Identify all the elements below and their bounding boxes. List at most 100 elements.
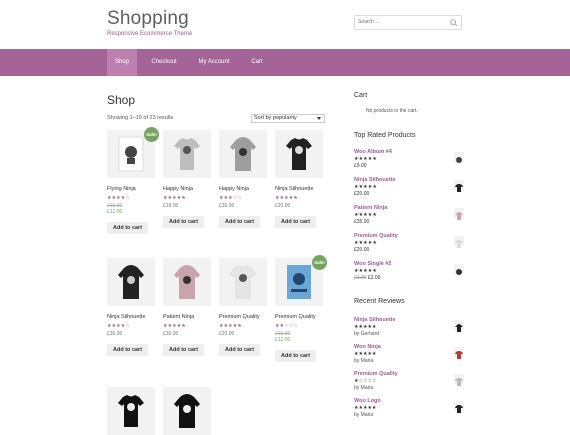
nav-item-cart[interactable]: Cart [244,49,270,76]
star-rating: ★★☆☆☆ [275,323,298,329]
product-card[interactable] [163,387,211,435]
product-card[interactable]: Sale! Premium Quality ★★☆☆☆ £15.00 £12.0… [275,255,327,362]
product-thumbnail[interactable] [454,264,464,275]
product-name[interactable]: Ninja Silhouette [107,314,155,320]
product-image[interactable] [219,130,267,178]
top-rated-item-title[interactable]: Patient Ninja [354,205,464,211]
product-name[interactable]: Happy Ninja [219,186,267,192]
product-thumbnail[interactable] [454,320,464,332]
product-name[interactable]: Premium Quality [275,314,323,320]
top-rated-item[interactable]: Woo Album #4 ★★★★★ £9.00 [354,149,464,177]
tshirt-icon [455,378,463,386]
product-image[interactable] [107,258,155,306]
product-image[interactable] [163,130,211,178]
price-value: £35.00 [163,331,179,337]
top-rated-item[interactable]: Woo Single #2 ★★★★★ £3.00 £2.00 [354,261,464,289]
product-price: £20.00 [219,331,267,337]
product-price: £35.00 [107,331,155,337]
product-card[interactable] [107,387,155,435]
page-title: Shop [107,93,136,107]
product-card[interactable]: Ninja Silhouette ★★★★★ £20.00 Add to car… [275,130,323,228]
tshirt-icon [455,351,463,359]
review-author: by Maria [354,358,374,364]
product-thumbnail[interactable] [454,401,464,413]
product-image[interactable] [219,258,267,306]
product-name[interactable]: Premium Quality [219,314,267,320]
add-to-cart-button[interactable]: Add to cart [163,216,205,228]
hoodie-icon [174,394,200,428]
star-rating: ★★★★★ [354,184,377,190]
cart-empty-message: No products in the cart. [366,108,418,114]
search-box[interactable] [354,15,462,30]
review-item[interactable]: Woo Logo ★★★★★ by Maria [354,398,464,424]
product-thumbnail[interactable] [454,180,464,192]
product-thumbnail[interactable] [454,347,464,359]
top-rated-item[interactable]: Premium Quality ★★★★★ £20.00 [354,233,464,261]
tshirt-icon [286,138,312,170]
product-card[interactable]: Happy Ninja ★★★★★ £18.00 Add to cart [163,130,211,228]
review-item[interactable]: Ninja Silhouette ★★★★★ by Gerhard [354,317,464,343]
product-card[interactable]: Premium Quality ★★★★★ £20.00 Add to cart [219,258,267,356]
review-product-title[interactable]: Woo Ninja [354,344,464,350]
add-to-cart-button[interactable]: Add to cart [275,350,317,362]
product-card[interactable]: Patient Ninja ★★★★★ £35.00 Add to cart [163,258,211,356]
add-to-cart-button[interactable]: Add to cart [219,344,261,356]
site-title[interactable]: Shopping [107,8,189,30]
product-name[interactable]: Happy Ninja [163,186,211,192]
product-price: £15.00 £12.00 [107,203,155,215]
product-image[interactable] [107,387,155,435]
product-thumbnail[interactable] [454,208,464,220]
product-image[interactable] [275,130,323,178]
product-image[interactable] [163,258,211,306]
product-image[interactable] [163,387,211,435]
star-rating: ★★★★☆ [107,195,130,201]
top-rated-item-title[interactable]: Woo Album #4 [354,149,464,155]
nav-item-shop[interactable]: Shop [107,49,137,76]
nav-item-checkout[interactable]: Checkout [143,49,185,76]
add-to-cart-button[interactable]: Add to cart [275,216,317,228]
product-thumbnail[interactable] [454,152,464,163]
star-rating: ★★★★☆ [107,323,130,329]
top-rated-item[interactable]: Ninja Silhouette ★★★★★ £20.00 [354,177,464,205]
product-card[interactable]: Ninja Silhouette ★★★★☆ £35.00 Add to car… [107,258,155,356]
top-rated-item-title[interactable]: Ninja Silhouette [354,177,464,183]
top-rated-item-title[interactable]: Premium Quality [354,233,464,239]
product-thumbnail[interactable] [454,236,464,248]
review-product-title[interactable]: Woo Logo [354,398,464,404]
product-name[interactable]: Flying Ninja [107,186,155,192]
price-value: £20.00 [219,331,235,337]
top-rated-item-title[interactable]: Woo Single #2 [354,261,464,267]
review-item[interactable]: Woo Ninja ★★★★★ by Maria [354,344,464,370]
product-card[interactable]: Sale! Flying Ninja ★★★★☆ £15.00 £12.00 A… [107,127,159,234]
review-product-title[interactable]: Ninja Silhouette [354,317,464,323]
product-price: £20.00 [275,203,323,209]
product-name[interactable]: Ninja Silhouette [275,186,323,192]
item-price: £35.00 [354,219,370,225]
add-to-cart-button[interactable]: Add to cart [219,216,261,228]
price-value: £20.00 [275,203,291,209]
tshirt-icon [174,138,200,170]
add-to-cart-button[interactable]: Add to cart [163,344,205,356]
price-value: £35.00 [107,331,123,337]
add-to-cart-button[interactable]: Add to cart [107,344,149,356]
product-image[interactable]: Sale! [107,127,159,178]
site-tagline: Responsive Ecommerce Theme [107,31,193,37]
review-product-title[interactable]: Premium Quality [354,371,464,377]
product-card[interactable]: Happy Ninja ★★★☆☆ £35.00 Add to cart [219,130,267,228]
sort-select[interactable]: Sort by popularity [251,114,325,123]
product-thumbnail[interactable] [454,374,464,386]
review-author: by Maria [354,412,374,418]
star-rating: ★★★★★ [354,240,377,246]
product-name[interactable]: Patient Ninja [163,314,211,320]
product-image[interactable]: Sale! [275,255,327,306]
tshirt-icon [455,405,463,413]
top-rated-item[interactable]: Patient Ninja ★★★★★ £35.00 [354,205,464,233]
chevron-down-icon [317,117,321,120]
nav-item-my-account[interactable]: My Account [190,49,238,76]
search-input[interactable] [358,19,448,25]
old-price: £3.00 [354,275,367,281]
main-nav: Shop Checkout My Account Cart [0,49,570,76]
add-to-cart-button[interactable]: Add to cart [107,222,149,234]
search-icon[interactable] [450,19,458,27]
review-item[interactable]: Premium Quality ★☆☆☆☆ by Maria [354,371,464,397]
